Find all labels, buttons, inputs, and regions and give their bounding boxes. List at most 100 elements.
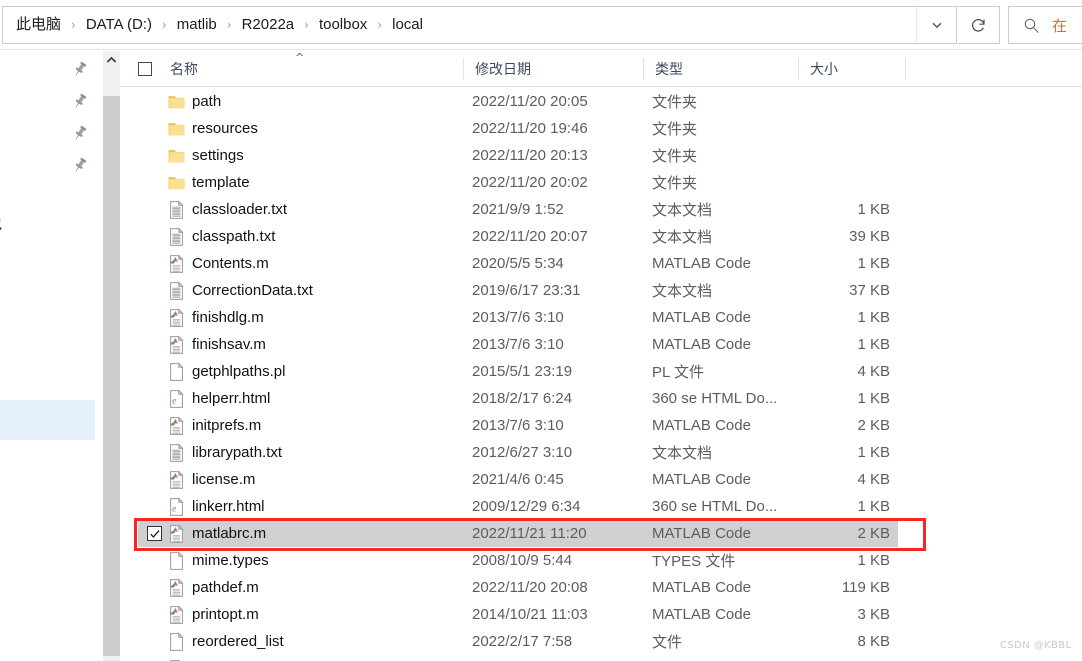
table-row[interactable]: path 2022/11/20 20:05 文件夹 <box>120 88 1082 115</box>
table-row[interactable]: mime.types 2008/10/9 5:44 TYPES 文件 1 KB <box>120 547 1082 574</box>
folder-icon <box>168 96 185 109</box>
text-file-icon <box>170 443 184 462</box>
table-row[interactable]: printopt.m 2014/10/21 11:03 MATLAB Code 3 K… <box>120 601 1082 628</box>
breadcrumb-separator: › <box>71 18 76 32</box>
file-type-icon <box>167 605 186 625</box>
breadcrumb-item[interactable]: local <box>389 13 426 37</box>
file-type-icon <box>167 308 186 328</box>
file-type-icon <box>167 416 186 436</box>
table-row[interactable]: template 2022/11/20 20:02 文件夹 <box>120 169 1082 196</box>
breadcrumb-item[interactable]: toolbox <box>316 13 370 37</box>
matlab-file-icon <box>170 254 184 273</box>
file-date-cell: 2014/10/21 11:03 <box>472 606 588 623</box>
matlab-file-icon <box>170 524 184 543</box>
file-date-cell: 2022/2/17 7:58 <box>472 633 573 650</box>
table-row[interactable]: e linkerr.html 2009/12/29 6:34 360 se HTML … <box>120 493 1082 520</box>
address-dropdown-button[interactable] <box>916 7 956 43</box>
file-size-cell <box>698 88 898 115</box>
table-row[interactable]: finishdlg.m 2013/7/6 3:10 MATLAB Code 1 KB <box>120 304 1082 331</box>
table-row[interactable]: settings 2022/11/20 20:13 文件夹 <box>120 142 1082 169</box>
file-type-icon <box>167 551 186 571</box>
file-name-cell: printopt.m <box>192 606 259 623</box>
file-type-icon <box>167 254 186 274</box>
refresh-icon <box>972 18 985 32</box>
file-size-cell <box>698 142 898 169</box>
table-row[interactable]: classloader.txt 2021/9/9 1:52 文本文档 1 KB <box>120 196 1082 223</box>
matlab-file-icon <box>170 470 184 489</box>
file-explorer-window: 此电脑 › DATA (D:) › matlib › R2022a › toolbox › loca… <box>0 0 1082 661</box>
pin-icon[interactable] <box>71 60 89 78</box>
table-row[interactable]: matlabrc.m 2022/11/21 11:20 MATLAB Code 2 K… <box>120 520 1082 547</box>
file-name-cell: license.m <box>192 471 256 488</box>
folder-icon <box>168 150 185 163</box>
chevron-down-icon <box>932 22 941 29</box>
file-name-cell: CorrectionData.txt <box>192 282 313 299</box>
file-name-cell: Contents.m <box>192 255 269 272</box>
file-name-cell: librarypath.txt <box>192 444 283 461</box>
file-size-cell: 4 KB <box>857 363 890 380</box>
file-size-cell: 1 KB <box>857 255 890 272</box>
vertical-scrollbar[interactable] <box>103 51 120 661</box>
navigation-sidebar: ace 装包 <box>0 51 95 661</box>
column-header-date[interactable]: 修改日期 <box>463 51 643 87</box>
table-row[interactable]: initprefs.m 2013/7/6 3:10 MATLAB Code 2 KB <box>120 412 1082 439</box>
breadcrumb-item[interactable]: 此电脑 <box>13 13 64 37</box>
address-bar[interactable]: 此电脑 › DATA (D:) › matlib › R2022a › toolbox › loca… <box>2 6 957 44</box>
breadcrumb-item[interactable]: matlib <box>174 13 220 37</box>
column-header-name[interactable]: 名称 <box>158 51 463 87</box>
breadcrumb-item[interactable]: R2022a <box>239 13 298 37</box>
table-row[interactable]: getphlpaths.pl 2015/5/1 23:19 PL 文件 4 KB <box>120 358 1082 385</box>
table-row[interactable]: librarypath.txt 2012/6/27 3:10 文本文档 1 KB <box>120 439 1082 466</box>
file-size-cell: 4 KB <box>857 471 890 488</box>
select-all-checkbox[interactable] <box>138 62 152 76</box>
table-row[interactable]: license.m 2021/4/6 0:45 MATLAB Code 4 KB <box>120 466 1082 493</box>
file-name-cell: linkerr.html <box>192 498 265 515</box>
file-date-cell: 2012/6/27 3:10 <box>472 444 573 461</box>
file-name-cell: getphlpaths.pl <box>192 363 286 380</box>
file-type-icon <box>167 443 186 463</box>
table-row[interactable]: classpath.txt 2022/11/20 20:07 文本文档 39 KB <box>120 223 1082 250</box>
table-row[interactable] <box>120 655 1082 661</box>
file-size-cell: 1 KB <box>857 201 890 218</box>
table-row[interactable]: Contents.m 2020/5/5 5:34 MATLAB Code 1 KB <box>120 250 1082 277</box>
column-header-size[interactable]: 大小 <box>798 51 905 87</box>
file-type-icon <box>167 281 186 301</box>
pin-icon[interactable] <box>71 124 89 142</box>
table-row[interactable]: CorrectionData.txt 2019/6/17 23:31 文本文档 37 … <box>120 277 1082 304</box>
pin-icon[interactable] <box>71 156 89 174</box>
column-divider[interactable] <box>905 58 906 80</box>
row-checkbox[interactable] <box>147 526 162 541</box>
scrollbar-thumb[interactable] <box>103 96 120 656</box>
table-row[interactable]: pathdef.m 2022/11/20 20:08 MATLAB Code 119 … <box>120 574 1082 601</box>
file-type-icon <box>167 524 186 544</box>
file-name-cell: template <box>192 174 250 191</box>
folder-icon <box>168 177 185 190</box>
search-input-text[interactable]: 在 <box>1052 15 1067 36</box>
table-row[interactable]: resources 2022/11/20 19:46 文件夹 <box>120 115 1082 142</box>
table-row[interactable]: e helperr.html 2018/2/17 6:24 360 se HTML D… <box>120 385 1082 412</box>
breadcrumb-item[interactable]: DATA (D:) <box>83 13 155 37</box>
search-box[interactable]: 在 <box>1008 6 1082 44</box>
file-list-pane: ^ 名称 修改日期 类型 大小 path 2022/11/20 20:05 文件夹 r… <box>120 51 1082 661</box>
file-size-cell <box>698 655 898 661</box>
scroll-up-button[interactable] <box>103 51 120 68</box>
pin-icon[interactable] <box>71 92 89 110</box>
file-type-icon: e <box>167 389 186 409</box>
table-row[interactable]: finishsav.m 2013/7/6 3:10 MATLAB Code 1 KB <box>120 331 1082 358</box>
breadcrumb-separator: › <box>226 18 232 32</box>
file-size-cell: 1 KB <box>857 498 890 515</box>
file-type-cell: 文件 <box>652 634 683 651</box>
column-header-row: ^ 名称 修改日期 类型 大小 <box>120 51 1082 87</box>
file-date-cell: 2013/7/6 3:10 <box>472 309 564 326</box>
matlab-file-icon <box>170 335 184 354</box>
sidebar-item-installer[interactable]: 装包 <box>0 214 2 234</box>
file-size-cell: 1 KB <box>857 309 890 326</box>
table-row[interactable]: reordered_list 2022/2/17 7:58 文件 8 KB <box>120 628 1082 655</box>
column-header-type[interactable]: 类型 <box>643 51 798 87</box>
refresh-button[interactable] <box>958 6 1000 44</box>
file-name-cell: pathdef.m <box>192 579 259 596</box>
file-type-cell: 文件夹 <box>652 94 698 111</box>
watermark: CSDN @KBBL <box>1000 640 1072 651</box>
file-type-cell: 文件夹 <box>652 121 698 138</box>
file-size-cell: 1 KB <box>857 552 890 569</box>
